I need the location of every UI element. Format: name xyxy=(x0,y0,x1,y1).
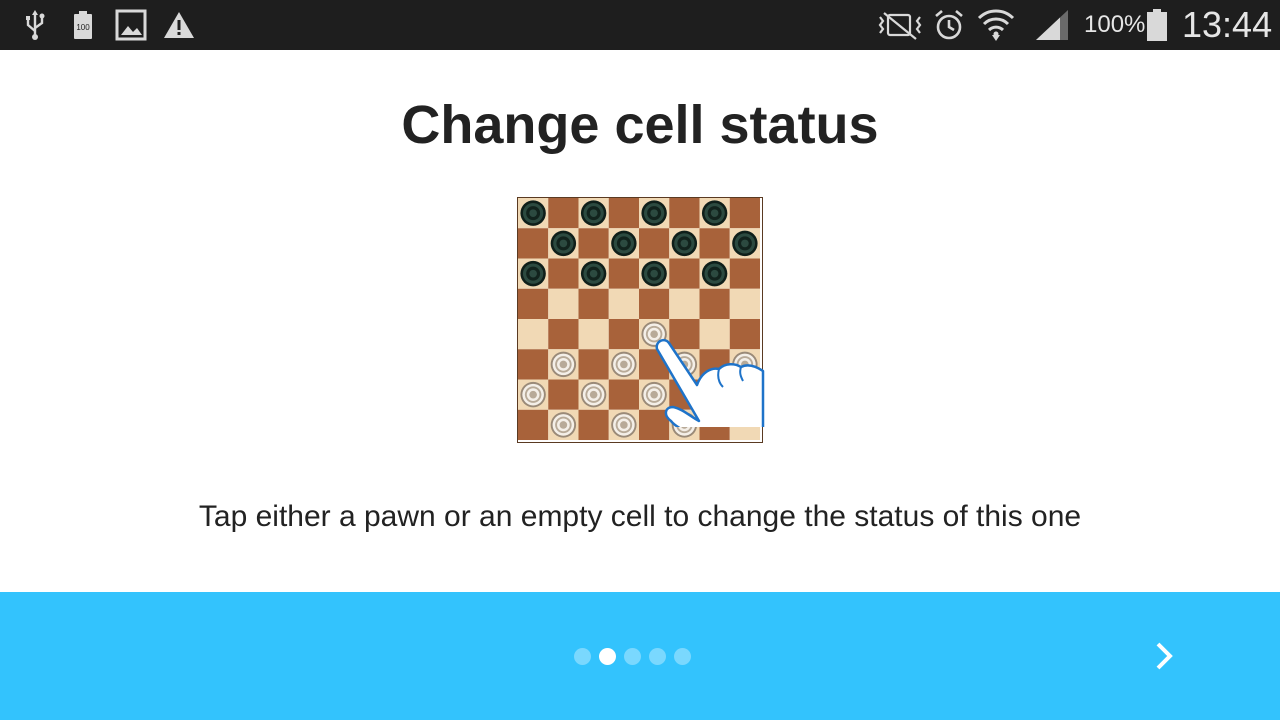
board-cell xyxy=(518,319,549,350)
page-dot[interactable] xyxy=(674,647,691,665)
board-cell xyxy=(578,349,609,380)
black-pawn xyxy=(701,200,728,226)
page-dot[interactable] xyxy=(574,647,591,665)
usb-icon xyxy=(22,9,48,41)
board-cell xyxy=(518,288,549,320)
warning-icon xyxy=(163,9,195,41)
black-pawn xyxy=(580,260,607,287)
board-cell xyxy=(639,228,670,259)
board-cell xyxy=(699,288,730,320)
board-cell xyxy=(548,288,579,320)
vibrate-icon xyxy=(876,9,924,41)
status-bar: 100 100% 13:44 xyxy=(0,0,1280,50)
black-pawn xyxy=(641,260,667,287)
image-icon xyxy=(115,9,147,41)
next-button[interactable] xyxy=(1140,632,1188,680)
black-pawn xyxy=(520,200,546,226)
black-pawn xyxy=(641,200,667,226)
board-cell xyxy=(518,349,549,380)
white-pawn xyxy=(580,381,607,408)
signal-icon xyxy=(1034,9,1070,41)
tutorial-page: Change cell status Tap either a pawn or … xyxy=(0,50,1280,592)
battery-100-notification-icon: 100 xyxy=(73,9,93,41)
battery-icon xyxy=(1145,9,1169,41)
black-pawn xyxy=(580,200,607,226)
page-dot[interactable] xyxy=(624,647,641,665)
board-cell xyxy=(669,288,700,320)
board-cell xyxy=(548,319,579,350)
board-cell xyxy=(578,228,609,259)
bottom-navigation-bar xyxy=(0,592,1280,720)
svg-text:100: 100 xyxy=(76,23,90,32)
black-pawn xyxy=(611,230,637,257)
black-pawn xyxy=(550,230,577,257)
page-dot[interactable] xyxy=(599,647,616,665)
black-pawn xyxy=(520,260,546,287)
board-cell xyxy=(699,228,730,259)
black-pawn xyxy=(671,230,698,257)
board-cell xyxy=(608,198,640,229)
description-text: Tap either a pawn or an empty cell to ch… xyxy=(198,500,1082,533)
board-cell xyxy=(669,258,700,289)
black-pawn xyxy=(701,260,728,287)
board-cell xyxy=(608,258,640,289)
board-cell xyxy=(548,379,579,410)
clock: 13:44 xyxy=(1182,4,1273,45)
board-cell xyxy=(578,319,609,350)
board-cell xyxy=(669,198,700,229)
page-title: Change cell status xyxy=(401,95,879,155)
board-cell xyxy=(578,409,609,441)
battery-percent: 100% xyxy=(1084,11,1146,38)
board-cell xyxy=(729,288,761,320)
board-cell xyxy=(608,379,640,410)
board-cell xyxy=(548,198,579,229)
board-cell xyxy=(639,288,670,320)
white-pawn xyxy=(611,351,637,378)
white-pawn xyxy=(550,412,577,438)
alarm-icon xyxy=(932,9,966,41)
board-cell xyxy=(548,258,579,289)
board-cell xyxy=(729,198,761,229)
board-cell xyxy=(608,319,640,350)
board-cell xyxy=(608,288,640,320)
board-cell xyxy=(729,258,761,289)
white-pawn xyxy=(550,351,577,378)
board-cell xyxy=(578,288,609,320)
tap-hand-icon xyxy=(655,338,765,427)
chevron-right-icon xyxy=(1156,642,1173,670)
white-pawn xyxy=(611,412,637,438)
black-pawn xyxy=(732,230,758,257)
page-dot[interactable] xyxy=(649,647,666,665)
board-cell xyxy=(518,409,549,441)
page-indicator xyxy=(574,647,691,665)
board-cell xyxy=(518,228,549,259)
checkers-board-illustration xyxy=(517,197,765,443)
white-pawn xyxy=(520,381,546,408)
wifi-icon xyxy=(976,9,1016,41)
